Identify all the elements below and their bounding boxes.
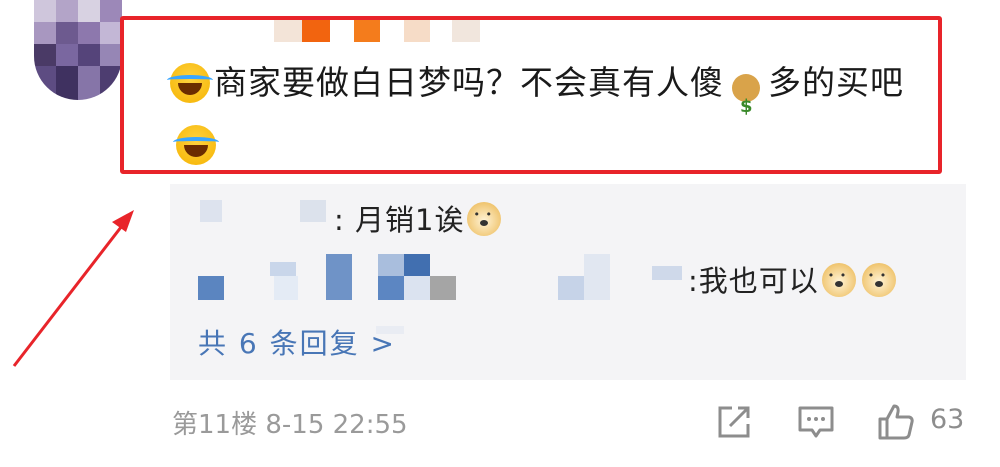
- doge-face-icon: [861, 263, 896, 297]
- reply-username-redacted: [200, 200, 222, 222]
- reply-username-redacted: [300, 200, 326, 222]
- reply-username-redacted: [584, 254, 610, 300]
- doge-face-icon: [467, 202, 502, 236]
- reply-username-redacted: [404, 276, 430, 300]
- floor-and-timestamp: 第11楼 8-15 22:55: [172, 410, 408, 440]
- like-count: 63: [930, 404, 965, 435]
- comment-icon[interactable]: [796, 402, 836, 442]
- reply-username-redacted: [198, 276, 224, 300]
- thumbs-up-icon[interactable]: [876, 402, 916, 442]
- reply-username-redacted: [274, 276, 298, 300]
- reply-username-redacted: [378, 254, 404, 276]
- reply-1-text: : 月销1诶: [334, 203, 465, 237]
- reply-username-redacted: [378, 276, 404, 300]
- reply-2[interactable]: :我也可以: [688, 258, 899, 300]
- reply-2-text: :我也可以: [688, 264, 819, 298]
- view-more-replies-link[interactable]: 共 6 条回复 >: [198, 322, 396, 362]
- reply-username-redacted: [326, 254, 352, 300]
- reply-username-redacted: [558, 276, 584, 300]
- doge-face-icon: [821, 263, 856, 297]
- reply-username-redacted: [430, 276, 456, 300]
- avatar[interactable]: [34, 0, 122, 100]
- reply-username-redacted: [270, 262, 296, 276]
- reply-username-redacted: [652, 266, 682, 280]
- reply-1[interactable]: : 月销1诶: [334, 197, 504, 239]
- reply-username-redacted: [404, 254, 430, 276]
- share-icon[interactable]: [714, 402, 754, 442]
- annotation-highlight-box: [120, 16, 942, 174]
